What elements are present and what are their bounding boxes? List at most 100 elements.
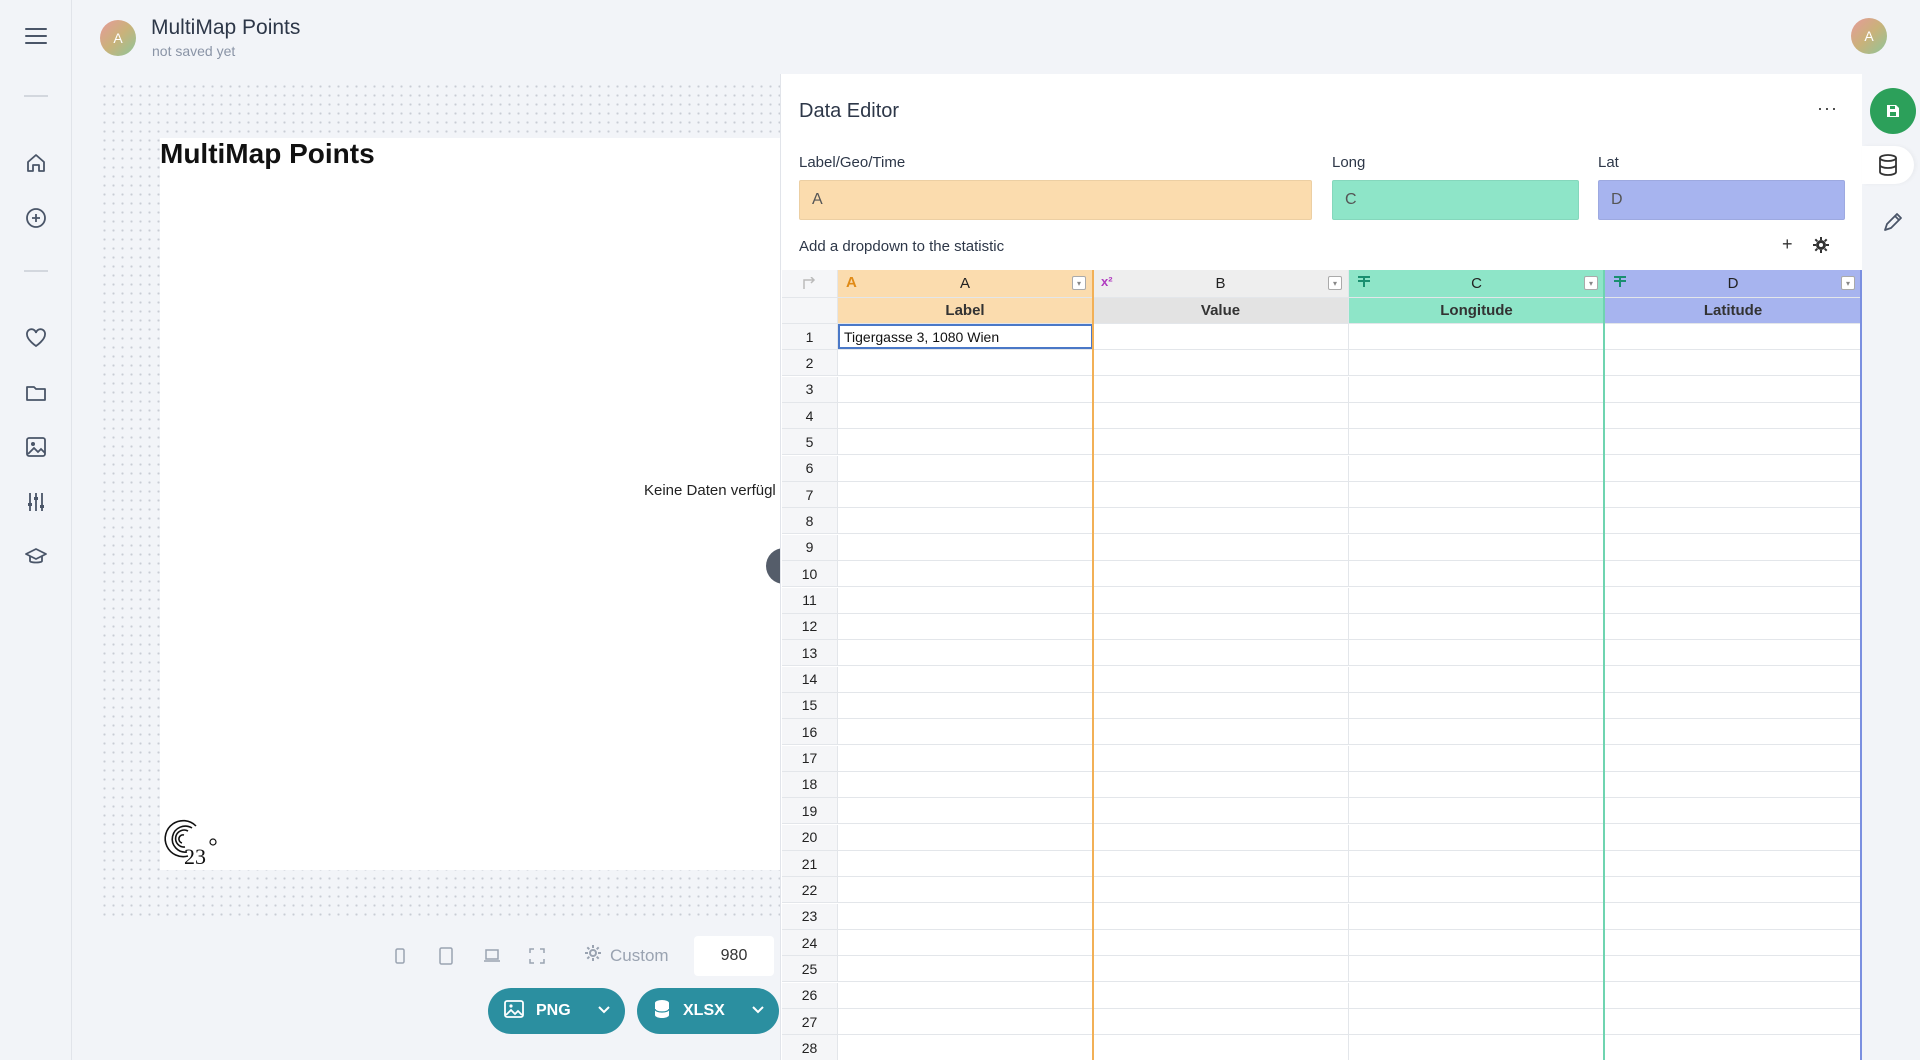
table-cell[interactable] — [1093, 692, 1349, 718]
table-cell[interactable] — [1605, 613, 1862, 639]
table-cell[interactable] — [838, 851, 1093, 876]
table-cell[interactable] — [838, 692, 1093, 718]
table-cell[interactable] — [838, 798, 1093, 824]
table-cell[interactable] — [1093, 851, 1349, 876]
table-cell[interactable] — [1605, 666, 1862, 692]
table-cell[interactable] — [838, 956, 1093, 982]
column-name-value[interactable]: Value — [1093, 298, 1349, 323]
table-cell[interactable] — [838, 1009, 1093, 1035]
table-cell[interactable] — [1605, 1009, 1862, 1035]
table-cell[interactable] — [1093, 877, 1349, 903]
table-cell[interactable] — [1349, 587, 1605, 613]
phone-icon[interactable] — [388, 944, 412, 968]
table-cell[interactable] — [1605, 982, 1862, 1008]
table-cell[interactable] — [1605, 508, 1862, 534]
table-cell[interactable] — [1349, 982, 1605, 1008]
table-cell[interactable] — [838, 376, 1093, 402]
gear-icon[interactable] — [1813, 237, 1829, 258]
table-cell[interactable] — [1093, 771, 1349, 797]
table-cell[interactable] — [838, 350, 1093, 376]
folder-icon[interactable] — [22, 379, 50, 407]
table-cell[interactable] — [1093, 534, 1349, 560]
table-cell[interactable] — [1349, 745, 1605, 771]
image-icon[interactable] — [22, 433, 50, 461]
table-cell[interactable] — [1093, 1009, 1349, 1035]
table-cell[interactable] — [1349, 350, 1605, 376]
table-cell[interactable] — [1349, 824, 1605, 850]
more-options-button[interactable]: ··· — [1817, 98, 1838, 119]
table-cell[interactable] — [838, 1035, 1093, 1060]
table-cell[interactable] — [1093, 824, 1349, 850]
table-cell[interactable] — [838, 745, 1093, 771]
table-cell[interactable] — [838, 561, 1093, 587]
table-cell[interactable] — [1093, 956, 1349, 982]
table-cell[interactable] — [1605, 455, 1862, 481]
table-cell[interactable] — [838, 824, 1093, 850]
table-cell[interactable] — [1349, 482, 1605, 508]
table-cell[interactable] — [1093, 429, 1349, 455]
column-header-a[interactable]: A A ▾ — [838, 270, 1093, 297]
custom-size-button[interactable]: Custom — [584, 944, 669, 967]
table-cell[interactable] — [1349, 324, 1605, 349]
table-cell[interactable] — [1093, 666, 1349, 692]
table-cell[interactable] — [1093, 613, 1349, 639]
table-cell[interactable] — [838, 771, 1093, 797]
table-cell[interactable] — [1349, 640, 1605, 666]
table-cell[interactable] — [1093, 561, 1349, 587]
table-cell[interactable] — [838, 403, 1093, 429]
table-cell[interactable] — [1093, 798, 1349, 824]
table-cell[interactable] — [1605, 350, 1862, 376]
graduation-cap-icon[interactable] — [22, 543, 50, 571]
corner-cell[interactable] — [782, 270, 838, 297]
table-cell[interactable] — [1093, 376, 1349, 402]
table-cell[interactable] — [1605, 324, 1862, 349]
table-cell[interactable] — [1605, 429, 1862, 455]
table-cell[interactable] — [1349, 666, 1605, 692]
long-field[interactable]: C — [1332, 180, 1579, 220]
filter-icon[interactable]: ▾ — [1841, 276, 1855, 290]
table-cell[interactable] — [1605, 877, 1862, 903]
table-cell[interactable] — [838, 455, 1093, 481]
table-cell[interactable] — [1349, 956, 1605, 982]
table-cell[interactable] — [838, 930, 1093, 956]
table-cell[interactable] — [1605, 1035, 1862, 1060]
table-cell[interactable] — [1093, 745, 1349, 771]
table-cell[interactable] — [1349, 561, 1605, 587]
tablet-icon[interactable] — [434, 944, 458, 968]
xlsx-export-button[interactable]: XLSX — [637, 988, 779, 1034]
column-name-latitude[interactable]: Latitude — [1605, 298, 1862, 323]
table-cell[interactable] — [838, 982, 1093, 1008]
column-header-d[interactable]: D ▾ — [1605, 270, 1862, 297]
fullscreen-icon[interactable] — [525, 944, 549, 968]
table-cell[interactable] — [1605, 534, 1862, 560]
table-cell[interactable] — [1605, 745, 1862, 771]
table-cell[interactable] — [1349, 930, 1605, 956]
table-cell[interactable] — [1093, 508, 1349, 534]
home-icon[interactable] — [22, 149, 50, 177]
table-cell[interactable] — [838, 587, 1093, 613]
table-cell[interactable] — [1093, 719, 1349, 745]
table-cell[interactable] — [1605, 640, 1862, 666]
table-cell[interactable] — [1349, 403, 1605, 429]
chevron-down-icon[interactable] — [597, 1002, 611, 1021]
chevron-down-icon[interactable] — [751, 1002, 765, 1021]
table-cell[interactable] — [1349, 376, 1605, 402]
table-cell[interactable]: Tigergasse 3, 1080 Wien — [838, 324, 1093, 349]
user-avatar[interactable]: A — [1851, 18, 1887, 54]
add-dropdown-button[interactable]: + — [1782, 234, 1793, 255]
table-cell[interactable] — [838, 482, 1093, 508]
table-cell[interactable] — [1605, 719, 1862, 745]
filter-icon[interactable]: ▾ — [1584, 276, 1598, 290]
table-cell[interactable] — [838, 903, 1093, 929]
table-cell[interactable] — [838, 877, 1093, 903]
table-cell[interactable] — [1605, 798, 1862, 824]
column-name-label[interactable]: Label — [838, 298, 1093, 323]
table-cell[interactable] — [1093, 403, 1349, 429]
table-cell[interactable] — [1605, 587, 1862, 613]
filter-icon[interactable]: ▾ — [1328, 276, 1342, 290]
table-cell[interactable] — [1605, 956, 1862, 982]
label-geo-time-field[interactable]: A — [799, 180, 1312, 220]
heart-icon[interactable] — [22, 324, 50, 352]
filter-icon[interactable]: ▾ — [1072, 276, 1086, 290]
table-cell[interactable] — [1605, 482, 1862, 508]
